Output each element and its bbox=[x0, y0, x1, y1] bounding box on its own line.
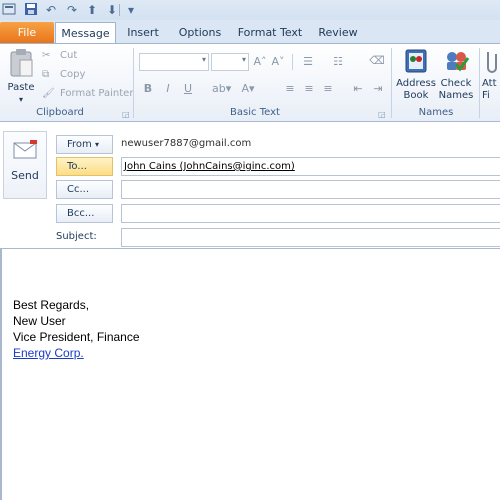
size-dropdown-icon: ▾ bbox=[241, 55, 246, 64]
bcc-field[interactable] bbox=[121, 204, 500, 223]
address-book-label-2: Book bbox=[403, 90, 429, 101]
align-center-icon[interactable]: ≡ bbox=[301, 82, 317, 95]
increase-indent-icon[interactable]: ⇥ bbox=[370, 82, 386, 95]
group-separator bbox=[391, 48, 392, 118]
to-recipient[interactable]: John Cains (JohnCains@iginc.com) bbox=[124, 161, 295, 172]
copy-icon: ⧉ bbox=[42, 69, 50, 80]
send-button[interactable]: Send bbox=[3, 131, 47, 199]
redo-icon[interactable]: ↷ bbox=[64, 2, 80, 18]
from-value: newuser7887@gmail.com bbox=[121, 138, 252, 149]
attach-label-2: Fi bbox=[482, 90, 490, 101]
app-icon[interactable] bbox=[1, 2, 17, 18]
clipboard-icon bbox=[10, 49, 33, 77]
signature-name: New User bbox=[13, 314, 66, 328]
group-separator bbox=[292, 54, 293, 70]
message-header: Send From ▾ newuser7887@gmail.com To... … bbox=[0, 122, 500, 248]
from-dropdown-icon: ▾ bbox=[94, 140, 99, 149]
font-dropdown-icon: ▾ bbox=[201, 55, 206, 64]
format-painter-button[interactable]: 🖌 Format Painter bbox=[42, 86, 133, 102]
bullets-icon[interactable]: ☰ bbox=[300, 55, 316, 68]
message-body[interactable]: Best Regards, New User Vice President, F… bbox=[0, 248, 500, 500]
highlight-icon[interactable]: ab▾ bbox=[212, 82, 231, 95]
tab-review[interactable]: Review bbox=[313, 22, 363, 43]
signature-company-link[interactable]: Energy Corp. bbox=[13, 346, 84, 360]
copy-label: Copy bbox=[60, 69, 86, 80]
paste-dropdown-icon: ▾ bbox=[18, 95, 23, 104]
cut-label: Cut bbox=[60, 50, 78, 61]
check-names-button[interactable]: Check Names bbox=[436, 48, 476, 102]
tab-file[interactable]: File bbox=[0, 22, 54, 43]
tab-options[interactable]: Options bbox=[173, 22, 227, 43]
clipboard-launcher-icon[interactable]: ◲ bbox=[122, 110, 130, 119]
paste-button[interactable]: Paste ▾ bbox=[4, 48, 38, 106]
brush-icon: 🖌 bbox=[42, 88, 55, 99]
group-separator bbox=[133, 48, 134, 118]
send-icon bbox=[13, 140, 37, 159]
attach-file-button[interactable]: Att Fi bbox=[482, 48, 500, 102]
from-button[interactable]: From ▾ bbox=[56, 135, 113, 154]
subject-field[interactable] bbox=[121, 228, 500, 247]
tab-format-text[interactable]: Format Text bbox=[236, 22, 304, 43]
basic-text-group-label: Basic Text bbox=[230, 107, 280, 118]
tab-message[interactable]: Message bbox=[55, 22, 116, 44]
subject-label: Subject: bbox=[56, 231, 97, 242]
address-book-label-1: Address bbox=[396, 78, 436, 89]
address-book-icon bbox=[405, 49, 427, 73]
copy-button[interactable]: ⧉ Copy bbox=[42, 67, 85, 83]
to-field[interactable]: John Cains (JohnCains@iginc.com) bbox=[121, 157, 500, 176]
basic-text-launcher-icon[interactable]: ◲ bbox=[378, 110, 386, 119]
down-icon[interactable]: ⬇ bbox=[104, 2, 120, 18]
decrease-indent-icon[interactable]: ⇤ bbox=[350, 82, 366, 95]
bcc-button[interactable]: Bcc... bbox=[56, 204, 113, 223]
tab-insert[interactable]: Insert bbox=[122, 22, 164, 43]
underline-button[interactable]: U bbox=[180, 82, 196, 95]
clear-formatting-icon[interactable]: ⌫ bbox=[369, 54, 385, 67]
shrink-font-icon[interactable]: A˅ bbox=[270, 55, 286, 68]
align-left-icon[interactable]: ≡ bbox=[282, 82, 298, 95]
names-group-label: Names bbox=[418, 107, 454, 118]
paste-label: Paste bbox=[7, 82, 35, 93]
numbering-icon[interactable]: ☷ bbox=[330, 55, 346, 68]
check-names-label-1: Check bbox=[440, 78, 472, 89]
attach-label-1: Att bbox=[482, 78, 497, 89]
group-separator bbox=[479, 48, 480, 118]
undo-icon[interactable]: ↶ bbox=[43, 2, 59, 18]
align-right-icon[interactable]: ≡ bbox=[320, 82, 336, 95]
signature-title: Vice President, Finance bbox=[13, 330, 140, 344]
font-name-dropdown[interactable]: ▾ bbox=[139, 53, 209, 71]
quick-access-toolbar: ↶ ↷ ⬆ ⬇ ▾ bbox=[0, 0, 500, 20]
scissors-icon: ✂ bbox=[42, 50, 51, 61]
ribbon: Paste ▾ ✂ Cut ⧉ Copy 🖌 Format Painter Clipb… bbox=[0, 43, 500, 122]
signature-closing: Best Regards, bbox=[13, 298, 90, 312]
format-painter-label: Format Painter bbox=[60, 88, 134, 99]
send-label: Send bbox=[11, 169, 39, 182]
cut-button[interactable]: ✂ Cut bbox=[42, 48, 77, 64]
font-size-dropdown[interactable]: ▾ bbox=[211, 53, 249, 71]
address-book-button[interactable]: Address Book bbox=[395, 48, 437, 102]
toolbar-separator bbox=[119, 4, 120, 16]
customize-icon[interactable]: ▾ bbox=[123, 2, 139, 18]
to-button[interactable]: To... bbox=[56, 157, 113, 176]
grow-font-icon[interactable]: A˄ bbox=[252, 55, 268, 68]
save-icon[interactable] bbox=[23, 2, 39, 18]
bold-button[interactable]: B bbox=[140, 82, 156, 95]
cc-button[interactable]: Cc... bbox=[56, 180, 113, 199]
font-color-icon[interactable]: A▾ bbox=[240, 82, 256, 95]
ribbon-tabs: File Message Insert Options Format Text … bbox=[0, 20, 500, 44]
up-icon[interactable]: ⬆ bbox=[84, 2, 100, 18]
italic-button[interactable]: I bbox=[160, 82, 176, 95]
from-label: From bbox=[67, 139, 92, 150]
check-names-icon bbox=[447, 52, 470, 72]
cc-field[interactable] bbox=[121, 180, 500, 199]
clipboard-group-label: Clipboard bbox=[36, 107, 84, 118]
paperclip-icon bbox=[487, 52, 497, 73]
check-names-label-2: Names bbox=[438, 90, 474, 101]
